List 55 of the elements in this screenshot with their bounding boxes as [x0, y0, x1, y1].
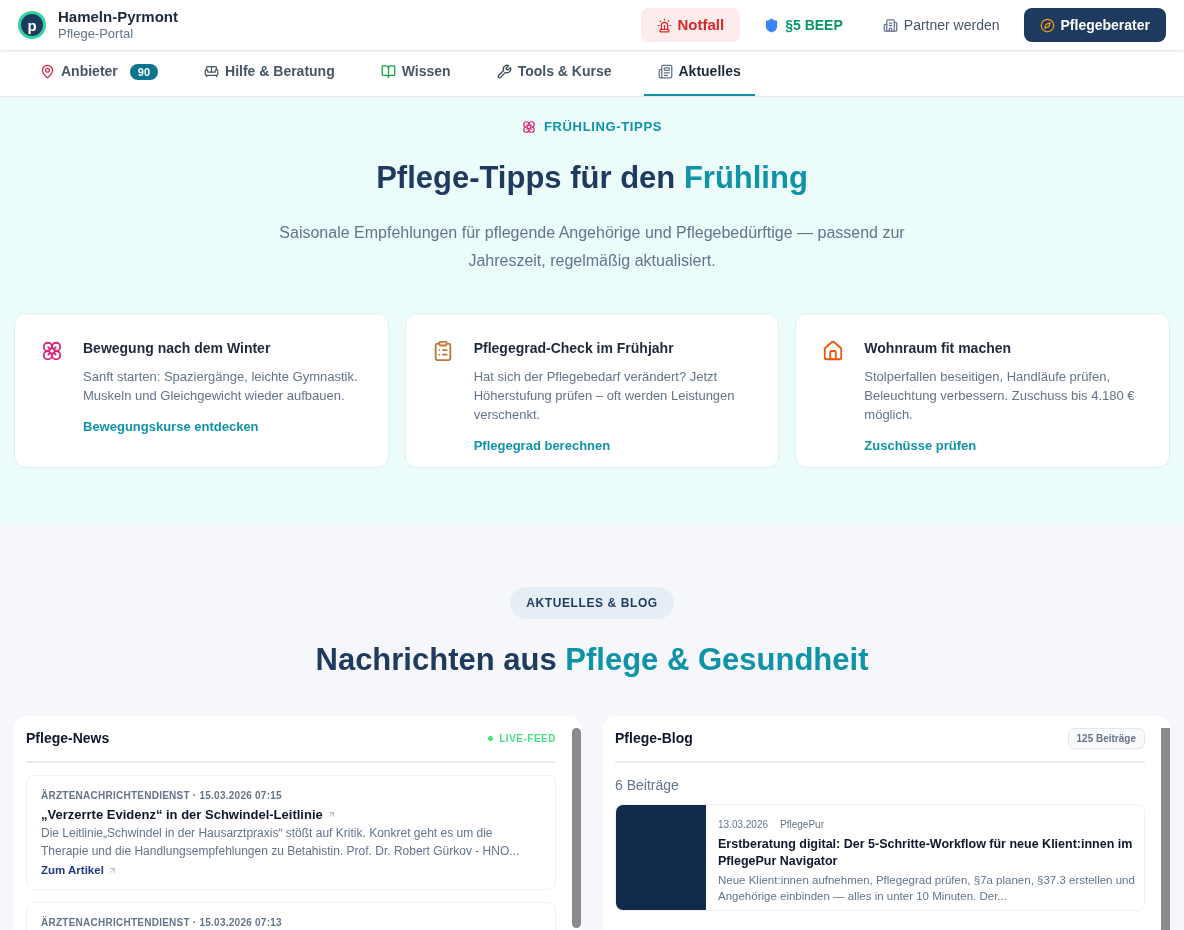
flower-icon	[41, 340, 63, 362]
panel-title: Pflege-Blog	[615, 728, 693, 748]
tip-text: Hat sich der Pflegebedarf verändert? Jetzt Höherstufung prüfen – oft werden Leistungen verschenkt.	[473, 368, 736, 424]
panel-title: Pflege-News	[26, 728, 110, 748]
advisor-button[interactable]: Pflegeberater	[1023, 8, 1166, 42]
tip-link[interactable]: Pflegegrad berechnen	[473, 436, 763, 456]
post-total-badge: 125 Beiträge	[1067, 727, 1145, 749]
article-link[interactable]: Zum Artikel	[41, 862, 541, 880]
pin-icon	[40, 64, 55, 79]
newspaper-icon	[657, 64, 673, 79]
section-pill: AKTUELLES & BLOG	[510, 587, 674, 619]
blog-post-card[interactable]	[615, 803, 1145, 911]
news-excerpt: Die Leitlinie„Schwindel in der Hausarztpraxis“ stößt auf Kritik. Konkret geht es um die Therapie und die Handlungsempfehlungen zu Betahistin. Prof. Dr. Robert Gürkov - HNO...	[41, 825, 521, 860]
post-author: PflegePur	[780, 817, 824, 832]
nav-tab[interactable]: Hilfe & Beratung	[190, 49, 349, 96]
brand-subtitle: Pflege-Portal	[58, 26, 135, 43]
wrench-icon	[496, 64, 512, 79]
book-icon	[380, 64, 396, 79]
partner-link[interactable]: Partner werden	[866, 8, 1016, 42]
news-meta: ÄRZTENACHRICHTENDIENST · 15.03.2026 07:15	[41, 788, 283, 803]
live-feed-label: LIVE-FEED	[488, 730, 556, 746]
tip-link[interactable]: Bewegungskurse entdecken	[83, 417, 372, 437]
hero-description: Saisonale Empfehlungen für pflegende Angehörige und Pflegebedürftige — passend zur Jahreszeit, regelmäßig aktualisiert.	[278, 223, 906, 271]
shield-icon	[764, 17, 780, 33]
sofa-icon	[204, 64, 220, 79]
external-link-icon	[107, 866, 117, 876]
count-badge: 90	[129, 63, 159, 80]
tip-link[interactable]: Zuschüsse prüfen	[864, 436, 1153, 456]
external-link-icon	[326, 809, 336, 819]
news-meta: ÄRZTENACHRICHTENDIENST · 15.03.2026 07:13	[41, 915, 283, 930]
nav-tab[interactable]: Anbieter 90	[26, 49, 173, 96]
beep-link[interactable]: §5 BEEP	[748, 8, 859, 42]
nav-tab[interactable]: Tools & Kurse	[482, 49, 626, 96]
nav-tab[interactable]: Wissen	[366, 49, 465, 96]
section-title: Nachrichten aus Pflege & Gesundheit	[315, 641, 869, 679]
brand-name: Hameln-Pyrmont	[58, 7, 179, 27]
section-eyebrow: FRÜHLING-TIPPS	[543, 118, 663, 136]
tip-title: Bewegung nach dem Winter	[83, 339, 272, 358]
tip-title: Wohnraum fit machen	[864, 339, 1013, 358]
news-title-link[interactable]: „Verzerrte Evidenz“ in der Schwindel-Leitlinie	[41, 804, 541, 824]
tip-text: Stolperfallen beseitigen, Handläufe prüfen, Beleuchtung verbessern. Zuschuss bis 4.180 € möglich.	[864, 368, 1136, 424]
hero-title: Pflege-Tipps für den Frühling	[376, 158, 808, 197]
house-icon	[822, 340, 845, 362]
post-title: Erstberatung digital: Der 5-Schritte-Workflow für neue Klient:innen im PflegePur Navigator	[718, 835, 1134, 870]
siren-icon	[656, 17, 672, 33]
flower-icon	[521, 119, 536, 134]
post-excerpt: Neue Klient:innen aufnehmen, Pflegegrad prüfen, §7a planen, §37.3 erstellen und Angehörige einbinden — alles in unter 10 Minuten. Der...	[718, 872, 1136, 904]
compass-icon	[1039, 17, 1055, 33]
post-date: 13.03.2026	[718, 817, 769, 832]
logo-icon: p	[18, 11, 46, 39]
tip-title: Pflegegrad-Check im Frühjahr	[473, 339, 675, 358]
emergency-button[interactable]: Notfall	[640, 8, 741, 42]
building-icon	[882, 17, 898, 33]
post-count: 6 Beiträge	[615, 775, 680, 795]
tip-text: Sanft starten: Spaziergänge, leichte Gymnastik. Muskeln und Gleichgewicht wieder aufbauen.	[83, 368, 359, 405]
